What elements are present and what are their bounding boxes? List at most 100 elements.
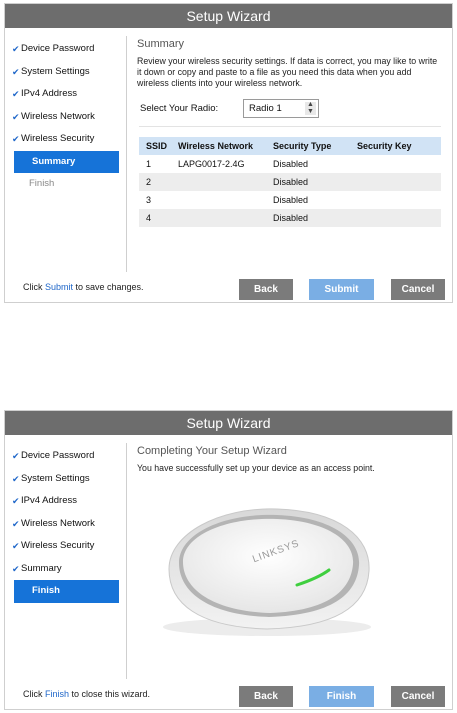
- sidebar-item-device-password[interactable]: ✔ Device Password: [11, 38, 121, 61]
- sidebar-item-wireless-security[interactable]: ✔ Wireless Security: [11, 128, 121, 151]
- footer-link-finish: Finish: [45, 689, 70, 699]
- table-row: 4 Disabled: [139, 209, 441, 227]
- table-cell: [171, 191, 266, 209]
- radio-selector-row: Select Your Radio: Radio 1 ▲ ▼: [137, 98, 443, 120]
- finish-button[interactable]: Finish: [309, 686, 374, 707]
- section-title: Summary: [137, 38, 185, 50]
- window-title: Setup Wizard: [5, 411, 452, 435]
- sidebar-item-system-settings[interactable]: ✔ System Settings: [11, 61, 121, 84]
- sidebar-item-label: IPv4 Address: [21, 88, 77, 99]
- table-cell: Disabled: [266, 209, 350, 227]
- sidebar-item-finish[interactable]: Finish: [14, 580, 119, 603]
- radio-select[interactable]: Radio 1 ▲ ▼: [243, 99, 319, 118]
- sidebar-item-label: Device Password: [21, 450, 95, 461]
- finish-panel: Completing Your Setup Wizard You have su…: [137, 443, 443, 636]
- checkmark-icon: ✔: [12, 111, 20, 122]
- sidebar-item-label: Wireless Security: [21, 133, 95, 144]
- table-header-row: SSID Wireless Network Security Type Secu…: [139, 137, 441, 155]
- footer-instruction: Click Submit to save changes.: [23, 282, 144, 292]
- divider: [139, 126, 441, 127]
- security-summary-table: SSID Wireless Network Security Type Secu…: [139, 137, 441, 227]
- table-cell: Disabled: [273, 159, 309, 169]
- table-row: 3 Disabled: [139, 191, 441, 209]
- table-cell: 3: [146, 195, 152, 205]
- column-header-security-type: Security Type: [266, 137, 350, 155]
- wizard-sidebar: ✔ Device Password ✔ System Settings ✔ IP…: [11, 38, 121, 196]
- checkmark-icon: ✔: [12, 518, 20, 529]
- finish-message: You have successfully set up your device…: [137, 463, 375, 473]
- wizard-sidebar: ✔ Device Password ✔ System Settings ✔ IP…: [11, 445, 121, 603]
- up-down-arrows-icon[interactable]: ▲ ▼: [305, 101, 316, 115]
- footer-suffix: to save changes.: [73, 282, 144, 292]
- setup-wizard-summary: Setup Wizard ✔ Device Password ✔ System …: [4, 3, 453, 303]
- table-cell: 4: [139, 209, 171, 227]
- sidebar-item-system-settings[interactable]: ✔ System Settings: [11, 468, 121, 491]
- sidebar-item-summary[interactable]: ✔ Summary: [11, 558, 121, 581]
- sidebar-item-label: IPv4 Address: [21, 495, 77, 506]
- back-button[interactable]: Back: [239, 686, 293, 707]
- sidebar-item-wireless-network[interactable]: ✔ Wireless Network: [11, 513, 121, 536]
- checkmark-icon: ✔: [12, 89, 20, 99]
- footer-instruction: Click Finish to close this wizard.: [23, 689, 150, 699]
- checkmark-icon: ✔: [12, 134, 20, 144]
- footer-prefix: Click: [23, 689, 45, 699]
- sidebar-item-summary[interactable]: Summary: [14, 150, 119, 173]
- sidebar-item-label: Device Password: [21, 43, 95, 54]
- table-cell: 1: [146, 159, 152, 169]
- table-cell: [350, 209, 441, 227]
- table-cell: [350, 173, 441, 191]
- sidebar-item-finish: Finish: [11, 173, 121, 196]
- table-cell: Disabled: [266, 173, 350, 191]
- table-cell: [171, 173, 266, 191]
- sidebar-item-wireless-network[interactable]: ✔ Wireless Network: [11, 106, 121, 129]
- column-header-security-key: Security Key: [350, 137, 441, 155]
- column-header-ssid: SSID: [139, 137, 171, 155]
- checkmark-icon: ✔: [12, 451, 20, 461]
- sidebar-item-label: Finish: [29, 178, 55, 189]
- checkmark-icon: ✔: [12, 66, 20, 77]
- footer-prefix: Click: [23, 282, 45, 292]
- checkmark-icon: ✔: [12, 44, 20, 54]
- table-cell: [350, 191, 441, 209]
- back-button[interactable]: Back: [239, 279, 293, 300]
- sidebar-item-label: System Settings: [21, 65, 90, 77]
- sidebar-item-label: Wireless Security: [21, 540, 95, 551]
- cancel-button[interactable]: Cancel: [391, 279, 445, 300]
- sidebar-divider: [126, 443, 127, 679]
- column-header-wireless-network: Wireless Network: [171, 137, 266, 155]
- sidebar-item-label: Wireless Network: [21, 517, 95, 529]
- checkmark-icon: ✔: [12, 563, 20, 574]
- sidebar-item-ipv4-address[interactable]: ✔ IPv4 Address: [11, 83, 121, 106]
- table-cell: LAPG0017-2.4G: [178, 159, 245, 169]
- sidebar-item-device-password[interactable]: ✔ Device Password: [11, 445, 121, 468]
- window-title: Setup Wizard: [5, 4, 452, 28]
- sidebar-item-wireless-security[interactable]: ✔ Wireless Security: [11, 535, 121, 558]
- sidebar-item-label: Summary: [32, 155, 76, 167]
- table-cell: Disabled: [273, 195, 309, 205]
- table-row: 2 Disabled: [139, 173, 441, 191]
- sidebar-item-label: Finish: [32, 585, 60, 596]
- table-cell: [171, 209, 266, 227]
- table-cell: [350, 155, 441, 173]
- sidebar-item-label: System Settings: [21, 472, 90, 484]
- summary-description: Review your wireless security settings. …: [137, 56, 438, 88]
- checkmark-icon: ✔: [12, 473, 20, 484]
- table-row: 1 LAPG0017-2.4G Disabled: [139, 155, 441, 173]
- radio-label: Select Your Radio:: [140, 103, 219, 114]
- table-cell: 2: [139, 173, 171, 191]
- sidebar-item-ipv4-address[interactable]: ✔ IPv4 Address: [11, 490, 121, 513]
- section-title: Completing Your Setup Wizard: [137, 445, 287, 457]
- footer-suffix: to close this wizard.: [69, 689, 151, 699]
- submit-button[interactable]: Submit: [309, 279, 374, 300]
- sidebar-item-label: Wireless Network: [21, 110, 95, 122]
- checkmark-icon: ✔: [12, 541, 20, 551]
- summary-panel: Summary Review your wireless security se…: [137, 36, 443, 227]
- checkmark-icon: ✔: [12, 496, 20, 506]
- sidebar-item-label: Summary: [21, 562, 62, 574]
- sidebar-divider: [126, 36, 127, 272]
- access-point-image: LINKSYS: [163, 508, 371, 636]
- radio-select-value: Radio 1: [249, 103, 282, 114]
- footer-link-submit: Submit: [45, 282, 74, 292]
- cancel-button[interactable]: Cancel: [391, 686, 445, 707]
- setup-wizard-finish: Setup Wizard ✔ Device Password ✔ System …: [4, 410, 453, 710]
